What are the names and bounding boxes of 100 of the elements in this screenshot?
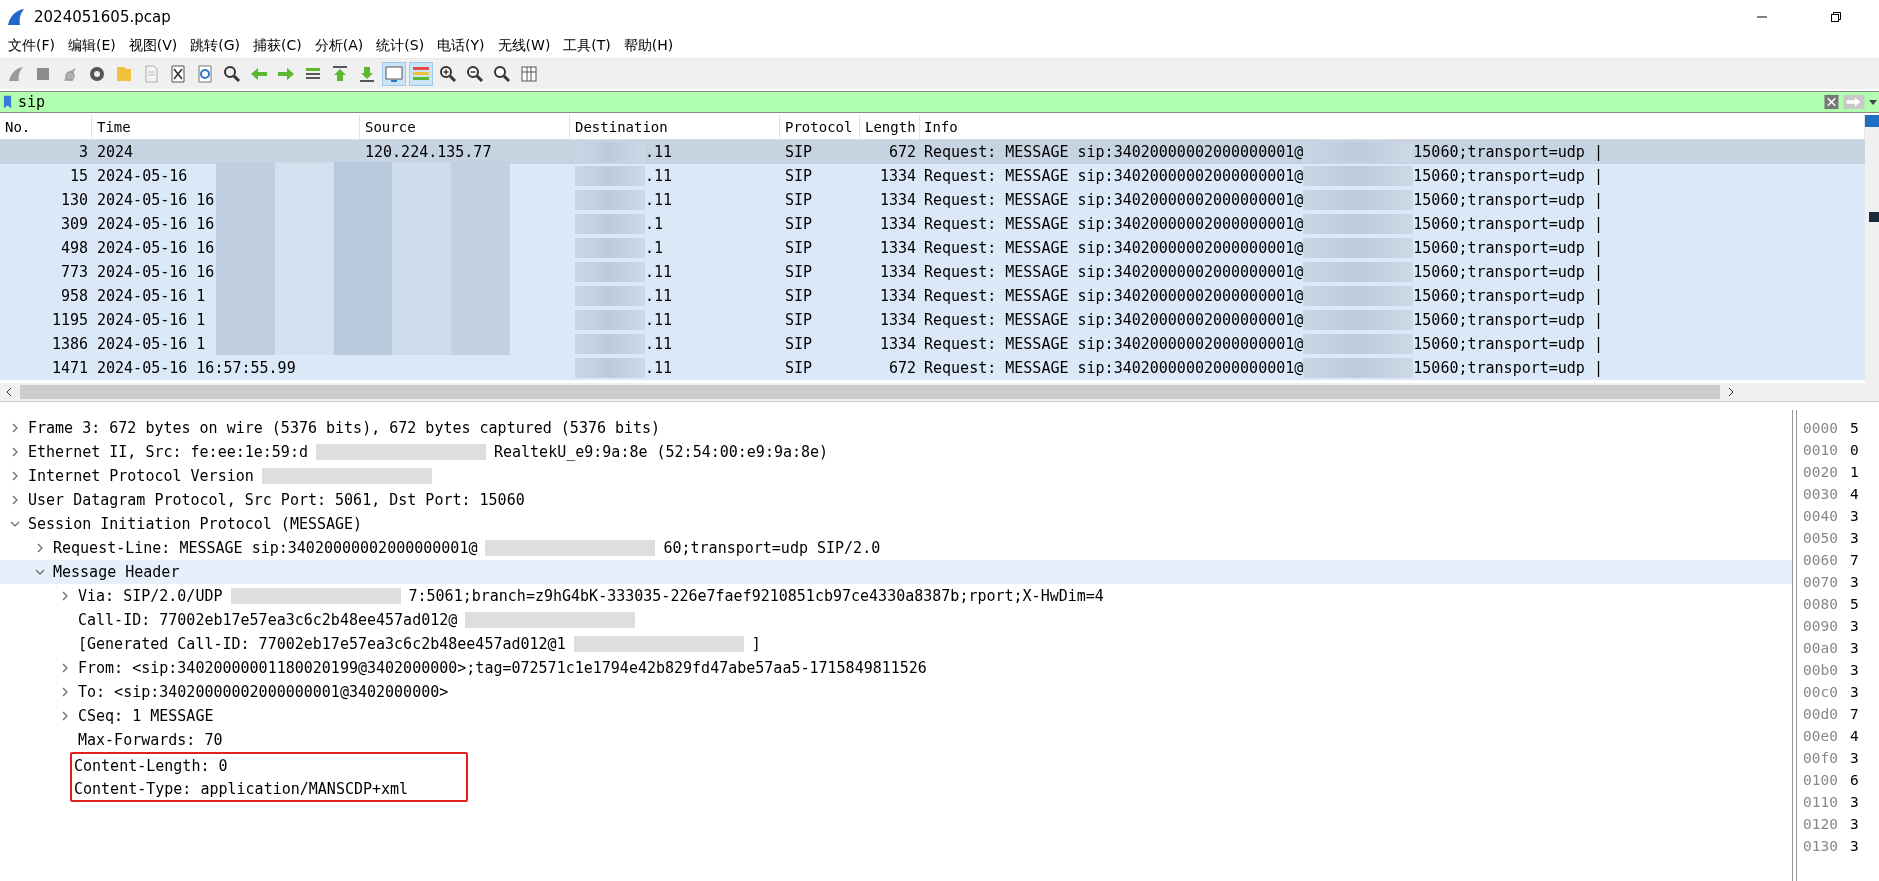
table-cell-text: 130 bbox=[59, 190, 89, 211]
column-header[interactable]: Protocol bbox=[780, 115, 860, 139]
detail-field[interactable]: ] bbox=[751, 635, 761, 653]
table-cell: 15060;transport=udp | bbox=[1413, 359, 1603, 377]
table-cell-text: 2024-05-16 bbox=[96, 166, 189, 187]
detail-field[interactable]: CSeq: 1 MESSAGE bbox=[78, 707, 214, 725]
detail-field[interactable]: 7:5061;branch=z9hG4bK-333035-226e7faef9210851cb97ce4330a8387b;rport;X-HwDim=4 bbox=[408, 587, 1104, 605]
hex-byte: 3 bbox=[1849, 574, 1859, 592]
detail-field[interactable]: Session Initiation Protocol (MESSAGE) bbox=[28, 515, 363, 533]
table-cell-text: SIP bbox=[784, 334, 814, 355]
hex-offset: 0090 bbox=[1803, 618, 1838, 636]
detail-field[interactable]: From: <sip:34020000001180020199@3402000000>;tag=072571c1e1794e42b829fd47abe57aa5-1715849811526 bbox=[78, 659, 927, 677]
detail-field[interactable]: Content-Length: 0 bbox=[74, 756, 228, 775]
table-cell: .11 bbox=[645, 287, 673, 305]
column-header[interactable]: Length bbox=[860, 115, 920, 139]
detail-field[interactable]: Message Header bbox=[53, 563, 180, 581]
detail-field[interactable]: Ethernet II, Src: fe:ee:1e:59:d bbox=[28, 443, 308, 461]
table-cell-text: 309 bbox=[59, 214, 89, 235]
table-cell: Request: MESSAGE sip:34020000002000000001@ bbox=[924, 311, 1304, 329]
hex-byte: 3 bbox=[1849, 530, 1859, 548]
hex-offset: 0030 bbox=[1803, 486, 1838, 504]
table-cell-text: SIP bbox=[784, 190, 814, 211]
detail-field[interactable]: User Datagram Protocol, Src Port: 5061, Dst Port: 15060 bbox=[28, 491, 525, 509]
table-cell-text: 672 bbox=[887, 142, 917, 163]
table-cell-text: 2024-05-16 16 bbox=[96, 190, 216, 211]
table-cell-text: 2024-05-16 1 bbox=[96, 286, 207, 307]
table-cell: .11 bbox=[645, 335, 673, 353]
menu-item[interactable]: 编辑(E) bbox=[64, 37, 125, 55]
hex-offset: 0110 bbox=[1803, 794, 1838, 812]
menu-item[interactable]: 捕获(C) bbox=[249, 37, 311, 55]
detail-field[interactable]: 60;transport=udp SIP/2.0 bbox=[663, 539, 881, 557]
table-cell: .11 bbox=[645, 191, 673, 209]
table-cell: Request: MESSAGE sip:34020000002000000001@ bbox=[924, 143, 1304, 161]
table-cell: 15060;transport=udp | bbox=[1413, 263, 1603, 281]
hex-byte: 3 bbox=[1849, 816, 1859, 834]
menu-item[interactable]: 无线(W) bbox=[493, 37, 560, 55]
column-header[interactable]: Destination bbox=[570, 115, 780, 139]
table-cell-text: 2024-05-16 16 bbox=[96, 214, 216, 235]
table-cell-text: SIP bbox=[784, 214, 814, 235]
hex-offset: 0080 bbox=[1803, 596, 1838, 614]
table-cell-text: 1334 bbox=[878, 286, 917, 307]
table-cell-text: 1334 bbox=[878, 334, 917, 355]
detail-field[interactable]: RealtekU_e9:9a:8e (52:54:00:e9:9a:8e) bbox=[493, 443, 829, 461]
table-cell: 15060;transport=udp | bbox=[1413, 287, 1603, 305]
table-cell: .11 bbox=[645, 311, 673, 329]
menu-item[interactable]: 文件(F) bbox=[4, 37, 64, 55]
menu-item[interactable]: 统计(S) bbox=[372, 37, 434, 55]
hex-byte: 3 bbox=[1849, 794, 1859, 812]
table-cell: .1 bbox=[645, 215, 664, 233]
table-cell: Request: MESSAGE sip:34020000002000000001@ bbox=[924, 167, 1304, 185]
hex-byte: 0 bbox=[1849, 442, 1859, 460]
table-cell-text: 2024-05-16 16 bbox=[96, 238, 216, 259]
detail-field[interactable]: Via: SIP/2.0/UDP bbox=[78, 587, 223, 605]
table-cell-text: SIP bbox=[784, 310, 814, 331]
detail-field[interactable]: [Generated Call-ID: 77002eb17e57ea3c6c2b48ee457ad012@1 bbox=[78, 635, 566, 653]
menu-item[interactable]: 视图(V) bbox=[124, 37, 187, 55]
table-cell-text: 2024-05-16 16 bbox=[96, 262, 216, 283]
filter-field[interactable]: sip bbox=[14, 92, 1822, 112]
table-cell: 15060;transport=udp | bbox=[1413, 143, 1603, 161]
menu-item[interactable]: 帮助(H) bbox=[619, 37, 683, 55]
menu-item[interactable]: 分析(A) bbox=[310, 37, 373, 55]
table-cell: .11 bbox=[645, 359, 673, 377]
hex-byte: 1 bbox=[1849, 464, 1859, 482]
hex-byte: 3 bbox=[1849, 750, 1859, 768]
table-cell: Request: MESSAGE sip:34020000002000000001@ bbox=[924, 215, 1304, 233]
table-cell: Request: MESSAGE sip:34020000002000000001@ bbox=[924, 335, 1304, 353]
packet-row[interactable]: 1471 2024-05-16 16:57:55.99 .11 SIP 672 Request: MESSAGE sip:34020000002000000001@ 15060;transport=udp | bbox=[0, 356, 1865, 380]
hex-offset: 00f0 bbox=[1803, 750, 1838, 768]
column-header[interactable]: Time bbox=[92, 115, 360, 139]
hex-offset: 0130 bbox=[1803, 838, 1838, 856]
detail-field[interactable]: Request-Line: MESSAGE sip:34020000002000000001@ bbox=[53, 539, 478, 557]
hex-offset: 00d0 bbox=[1803, 706, 1838, 724]
hex-offset: 0100 bbox=[1803, 772, 1838, 790]
hex-offset: 0020 bbox=[1803, 464, 1838, 482]
table-cell: 15060;transport=udp | bbox=[1413, 215, 1603, 233]
hex-byte: 3 bbox=[1849, 684, 1859, 702]
hex-byte: 7 bbox=[1849, 706, 1859, 724]
hex-byte: 7 bbox=[1849, 552, 1859, 570]
detail-field[interactable]: Max-Forwards: 70 bbox=[78, 731, 223, 749]
column-header[interactable]: No. bbox=[0, 115, 92, 139]
table-cell-text: 1334 bbox=[878, 214, 917, 235]
table-cell-text: 1386 bbox=[50, 334, 89, 355]
table-cell: Request: MESSAGE sip:34020000002000000001@ bbox=[924, 287, 1304, 305]
menu-item[interactable]: 电话(Y) bbox=[433, 37, 494, 55]
table-cell-text: 2024-05-16 16:57:55.99 bbox=[96, 358, 297, 379]
table-cell-text: 1334 bbox=[878, 166, 917, 187]
detail-field[interactable]: Content-Type: application/MANSCDP+xml bbox=[74, 779, 409, 798]
detail-field[interactable]: To: <sip:34020000002000000001@3402000000> bbox=[78, 683, 449, 701]
table-cell: .11 bbox=[645, 167, 673, 185]
column-header[interactable]: Source bbox=[360, 115, 570, 139]
packet-row[interactable]: 3 2024 120.224.135.77 .11 SIP 672 Request: MESSAGE sip:34020000002000000001@ 15060;transport=udp | bbox=[0, 140, 1865, 164]
menu-item[interactable]: 跳转(G) bbox=[186, 37, 250, 55]
detail-field[interactable]: Internet Protocol Version bbox=[28, 467, 254, 485]
table-cell-text: 1334 bbox=[878, 238, 917, 259]
hex-offset: 00b0 bbox=[1803, 662, 1838, 680]
menu-item[interactable]: 工具(T) bbox=[559, 37, 620, 55]
detail-field[interactable]: Call-ID: 77002eb17e57ea3c6c2b48ee457ad012@ bbox=[78, 611, 458, 629]
table-cell: Request: MESSAGE sip:34020000002000000001@ bbox=[924, 239, 1304, 257]
window-title: 2024051605.pcap bbox=[34, 8, 171, 26]
detail-field[interactable]: Frame 3: 672 bytes on wire (5376 bits), 672 bytes captured (5376 bits) bbox=[28, 419, 661, 437]
